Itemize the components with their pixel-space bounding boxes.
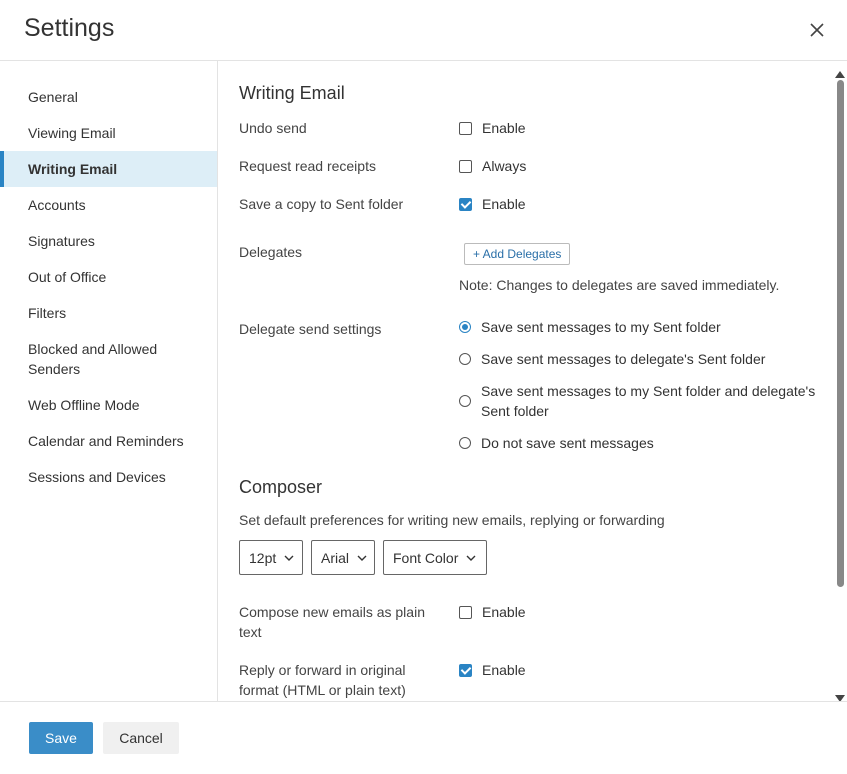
- scroll-down-arrow-icon[interactable]: [835, 689, 845, 702]
- read-receipts-label: Request read receipts: [239, 158, 376, 174]
- dialog-header: Settings: [0, 0, 847, 61]
- sidebar-item-signatures[interactable]: Signatures: [0, 223, 217, 259]
- delegate-send-label: Delegate send settings: [239, 321, 382, 337]
- original-format-label: Reply or forward in original format (HTM…: [239, 662, 406, 698]
- sidebar-item-blocked-allowed-senders[interactable]: Blocked and Allowed Senders: [0, 331, 217, 387]
- section-title-writing-email: Writing Email: [239, 83, 345, 103]
- dialog-footer: Save Cancel: [0, 701, 847, 774]
- chevron-down-icon: [357, 555, 367, 561]
- sidebar-item-label: Viewing Email: [28, 125, 116, 141]
- sidebar-item-label: General: [28, 89, 78, 105]
- sidebar-nav: General Viewing Email Writing Email Acco…: [0, 61, 217, 495]
- sidebar-item-out-of-office[interactable]: Out of Office: [0, 259, 217, 295]
- radio-label: Save sent messages to my Sent folder and…: [481, 383, 816, 419]
- sidebar-item-label: Signatures: [28, 233, 95, 249]
- settings-content[interactable]: Writing Email Undo send Enable Request r…: [219, 61, 833, 701]
- font-family-value: Arial: [321, 549, 350, 566]
- sidebar-item-label: Sessions and Devices: [28, 469, 166, 485]
- original-format-checkbox-row[interactable]: Enable: [459, 660, 526, 680]
- save-copy-checkbox-row[interactable]: Enable: [459, 194, 526, 214]
- plain-text-option-label: Enable: [482, 604, 526, 620]
- font-size-select[interactable]: 12pt: [239, 540, 303, 575]
- delegate-send-option-both[interactable]: Save sent messages to my Sent folder and…: [459, 381, 821, 421]
- radio-delegate-sent[interactable]: [459, 353, 471, 365]
- sidebar-item-writing-email[interactable]: Writing Email: [0, 151, 217, 187]
- sidebar-item-label: Blocked and Allowed Senders: [28, 341, 158, 377]
- font-size-value: 12pt: [249, 549, 277, 566]
- radio-my-sent[interactable]: [459, 321, 471, 333]
- plain-text-checkbox[interactable]: [459, 606, 472, 619]
- undo-send-label: Undo send: [239, 120, 307, 136]
- radio-label: Do not save sent messages: [481, 435, 654, 451]
- content-scrollbar[interactable]: [833, 61, 847, 702]
- sidebar-item-label: Filters: [28, 305, 67, 321]
- sidebar-item-accounts[interactable]: Accounts: [0, 187, 217, 223]
- font-color-select[interactable]: Font Color: [383, 540, 487, 575]
- radio-both-sent[interactable]: [459, 395, 471, 407]
- settings-sidebar: General Viewing Email Writing Email Acco…: [0, 61, 218, 701]
- font-color-value: Font Color: [393, 549, 459, 566]
- chevron-down-icon: [466, 555, 476, 561]
- section-title-composer: Composer: [239, 477, 323, 497]
- save-copy-checkbox[interactable]: [459, 198, 472, 211]
- save-button[interactable]: Save: [29, 722, 93, 754]
- sidebar-item-label: Web Offline Mode: [28, 397, 140, 413]
- close-button[interactable]: [805, 18, 829, 42]
- sidebar-item-sessions-devices[interactable]: Sessions and Devices: [0, 459, 217, 495]
- font-family-select[interactable]: Arial: [311, 540, 375, 575]
- read-receipts-option-label: Always: [482, 158, 527, 174]
- undo-send-option-label: Enable: [482, 120, 526, 136]
- composer-description: Set default preferences for writing new …: [239, 512, 665, 528]
- undo-send-checkbox-row[interactable]: Enable: [459, 118, 526, 138]
- scroll-up-arrow-icon[interactable]: [835, 65, 845, 78]
- read-receipts-checkbox-row[interactable]: Always: [459, 156, 526, 176]
- radio-do-not-save[interactable]: [459, 437, 471, 449]
- sidebar-item-filters[interactable]: Filters: [0, 295, 217, 331]
- read-receipts-checkbox[interactable]: [459, 160, 472, 173]
- cancel-button[interactable]: Cancel: [103, 722, 179, 754]
- delegate-send-option-delegate-sent[interactable]: Save sent messages to delegate's Sent fo…: [459, 349, 765, 369]
- settings-dialog: Settings General Viewing Email Writing E…: [0, 0, 847, 774]
- plain-text-checkbox-row[interactable]: Enable: [459, 602, 526, 622]
- scrollbar-thumb[interactable]: [837, 80, 844, 587]
- sidebar-item-calendar-reminders[interactable]: Calendar and Reminders: [0, 423, 217, 459]
- dialog-title: Settings: [24, 14, 115, 42]
- sidebar-item-web-offline-mode[interactable]: Web Offline Mode: [0, 387, 217, 423]
- delegates-note: Note: Changes to delegates are saved imm…: [459, 277, 780, 293]
- original-format-option-label: Enable: [482, 662, 526, 678]
- add-delegates-button[interactable]: + Add Delegates: [464, 243, 571, 265]
- close-icon: [810, 23, 824, 37]
- sidebar-item-viewing-email[interactable]: Viewing Email: [0, 115, 217, 151]
- chevron-down-icon: [284, 555, 294, 561]
- sidebar-item-label: Calendar and Reminders: [28, 433, 184, 449]
- sidebar-item-label: Accounts: [28, 197, 86, 213]
- delegate-send-option-none[interactable]: Do not save sent messages: [459, 433, 654, 453]
- radio-label: Save sent messages to my Sent folder: [481, 319, 721, 335]
- plain-text-label: Compose new emails as plain text: [239, 604, 425, 640]
- sidebar-item-label: Out of Office: [28, 269, 107, 285]
- delegates-label: Delegates: [239, 244, 303, 260]
- sidebar-item-label: Writing Email: [28, 161, 118, 177]
- save-copy-label: Save a copy to Sent folder: [239, 196, 404, 212]
- radio-label: Save sent messages to delegate's Sent fo…: [481, 351, 766, 367]
- sidebar-item-general[interactable]: General: [0, 79, 217, 115]
- original-format-checkbox[interactable]: [459, 664, 472, 677]
- save-copy-option-label: Enable: [482, 196, 526, 212]
- undo-send-checkbox[interactable]: [459, 122, 472, 135]
- delegate-send-option-my-sent[interactable]: Save sent messages to my Sent folder: [459, 317, 721, 337]
